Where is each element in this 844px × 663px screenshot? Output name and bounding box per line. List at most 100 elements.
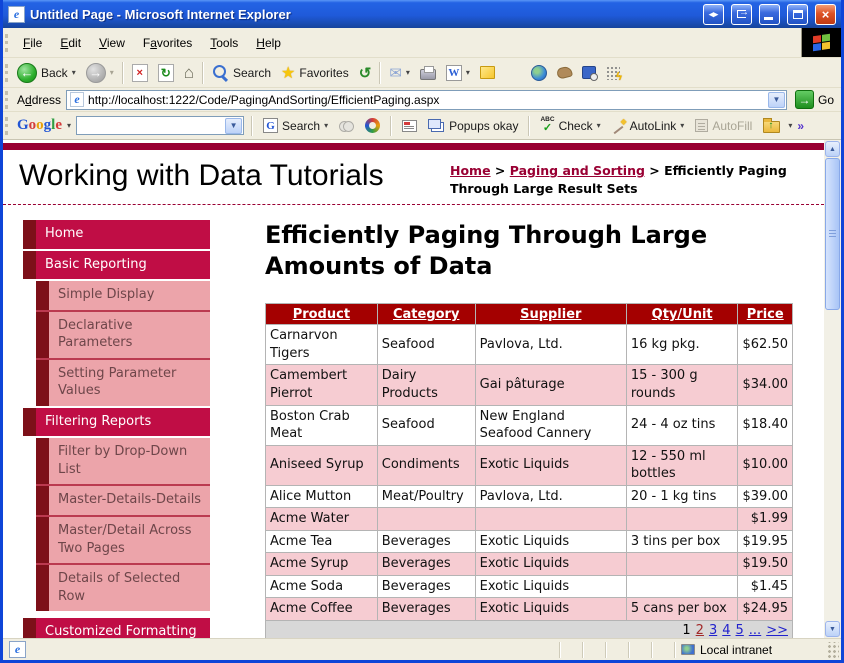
sidebar-item-basic-reporting[interactable]: Basic Reporting [23, 250, 210, 280]
refresh-button[interactable]: ↻ [153, 62, 179, 84]
breadcrumb-paging-and-sorting[interactable]: Paging and Sorting [510, 163, 645, 178]
menu-edit[interactable]: Edit [51, 32, 90, 54]
back-button[interactable]: ← Back ▾ [12, 61, 81, 85]
sidebar-item-setting-parameter-values[interactable]: Setting Parameter Values [36, 357, 210, 406]
menu-bar-items: File Edit View Favorites Tools Help [12, 28, 801, 57]
page-rank-button[interactable] [362, 117, 383, 134]
menu-view[interactable]: View [90, 32, 134, 54]
pager-ellipsis[interactable]: ... [749, 623, 761, 638]
history-icon: ↺ [358, 64, 372, 82]
toolbar-grip[interactable] [5, 90, 8, 109]
sidebar-item-home[interactable]: Home [23, 220, 210, 249]
google-search-input[interactable]: ▼ [76, 116, 245, 135]
google-search-button[interactable]: G Search ▾ [260, 117, 331, 134]
sidebar-item-details-of-selected-row[interactable]: Details of Selected Row [36, 563, 210, 612]
favorites-button[interactable]: ★ Favorites [276, 61, 354, 85]
toolbar-more-chevron[interactable]: » [797, 119, 804, 133]
breadcrumb-home[interactable]: Home [450, 163, 491, 178]
vertical-scrollbar[interactable]: ▲ ▼ [824, 140, 841, 638]
toolbar-grip[interactable] [5, 116, 8, 135]
pager-row: 1 2 3 4 5... >> [265, 620, 793, 638]
page-title: Efficiently Paging Through Large Amounts… [265, 221, 708, 281]
nav-accent [23, 220, 36, 249]
back-dropdown-caret[interactable]: ▾ [72, 68, 76, 77]
go-button[interactable]: → Go [792, 90, 837, 109]
google-search-caret[interactable]: ▾ [324, 121, 328, 130]
menu-tools[interactable]: Tools [201, 32, 247, 54]
resize-grip[interactable] [826, 641, 839, 658]
menu-favorites[interactable]: Favorites [134, 32, 201, 54]
sidebar-item-customized-formatting[interactable]: Customized Formatting [23, 618, 210, 638]
detach-window-button[interactable] [731, 3, 752, 25]
edit-dropdown-caret[interactable]: ▾ [466, 68, 470, 77]
scroll-down-button[interactable]: ▼ [825, 621, 840, 637]
google-search-dropdown[interactable]: ▼ [225, 117, 243, 134]
toolbar-grip[interactable] [5, 63, 8, 82]
print-button[interactable] [415, 64, 441, 82]
popup-blocker-button[interactable]: Popups okay [425, 118, 521, 134]
cell-supplier: Pavlova, Ltd. [474, 324, 627, 366]
stop-button[interactable]: × [127, 62, 153, 84]
sidebar-item-declarative-parameters[interactable]: Declarative Parameters [36, 309, 210, 358]
edit-button[interactable]: W ▾ [441, 63, 475, 83]
mail-dropdown-caret[interactable]: ▾ [406, 68, 410, 77]
cell-qty-unit: 16 kg pkg. [625, 324, 739, 366]
google-logo[interactable]: Google [17, 117, 62, 134]
maximize-button[interactable] [787, 3, 808, 25]
pager-page-3[interactable]: 3 [709, 623, 717, 638]
send-to-button[interactable] [760, 117, 783, 134]
address-dropdown-button[interactable]: ▼ [767, 91, 785, 108]
spellcheck-caret[interactable]: ▾ [597, 121, 601, 130]
autofill-form-icon [695, 119, 709, 132]
site-search-button[interactable] [336, 119, 357, 133]
pan-window-button[interactable]: ◂▸ [703, 3, 724, 25]
news-button[interactable] [399, 119, 420, 133]
pager-page-4[interactable]: 4 [722, 623, 730, 638]
pager-page-5[interactable]: 5 [736, 623, 744, 638]
pager-next[interactable]: >> [766, 623, 788, 638]
forward-button[interactable]: → ▾ [81, 61, 119, 85]
pager-page-2[interactable]: 2 [696, 623, 704, 638]
cell-product: Acme Water [265, 507, 378, 531]
grid-header-row: Product Category Supplier Qty/Unit Price [265, 303, 793, 326]
sidebar-item-filter-by-drop-down-list[interactable]: Filter by Drop-Down List [36, 438, 210, 485]
address-input[interactable]: e http://localhost:1222/Code/PagingAndSo… [66, 89, 787, 110]
google-logo-caret[interactable]: ▾ [67, 121, 71, 130]
menu-help[interactable]: Help [247, 32, 290, 54]
home-button[interactable]: ⌂ [179, 62, 199, 83]
sidebar-item-master-detail-across-two-pages[interactable]: Master/Detail Across Two Pages [36, 515, 210, 564]
send-to-caret[interactable]: ▾ [788, 121, 792, 130]
history-button[interactable]: ↺ [354, 62, 377, 84]
spellcheck-button[interactable]: ABC ✓ Check ▾ [537, 116, 603, 135]
sidebar-item-filtering-reports[interactable]: Filtering Reports [23, 407, 210, 437]
sidebar-item-simple-display[interactable]: Simple Display [36, 281, 210, 310]
messenger-button[interactable] [475, 64, 500, 81]
sort-link-product[interactable]: Product [293, 307, 350, 322]
minimize-button[interactable] [759, 3, 780, 25]
research-button[interactable] [577, 64, 601, 81]
cell-supplier: Exotic Liquids [474, 552, 627, 576]
autolink-button[interactable]: AutoLink ▾ [609, 117, 688, 134]
sort-link-qty-unit[interactable]: Qty/Unit [652, 307, 713, 322]
sort-link-category[interactable]: Category [393, 307, 459, 322]
sidebar-item-master-details-details[interactable]: Master-Details-Details [36, 484, 210, 516]
address-url[interactable]: http://localhost:1222/Code/PagingAndSort… [88, 93, 764, 107]
web-tool-button[interactable] [526, 63, 552, 83]
toolbar-grip[interactable] [5, 33, 8, 52]
title-bar[interactable]: e Untitled Page - Microsoft Internet Exp… [3, 0, 841, 28]
cell-supplier: Gai pâturage [474, 364, 627, 406]
scrollbar-thumb[interactable] [825, 158, 840, 310]
scroll-up-button[interactable]: ▲ [825, 141, 840, 157]
column-header-qty-unit: Qty/Unit [625, 303, 739, 326]
search-button[interactable]: Search [207, 62, 276, 83]
google-toolbar: Google ▾ ▼ G Search ▾ Popups okay ABC ✓ C… [3, 112, 841, 140]
sort-link-price[interactable]: Price [747, 307, 784, 322]
autolink-caret[interactable]: ▾ [680, 121, 684, 130]
mail-button[interactable]: ✉ ▾ [384, 62, 415, 84]
sort-link-supplier[interactable]: Supplier [520, 307, 581, 322]
quick-launch-button[interactable] [601, 64, 625, 83]
fetch-tool-button[interactable] [552, 65, 577, 80]
menu-file[interactable]: File [14, 32, 51, 54]
close-button[interactable]: × [815, 3, 836, 25]
cell-qty-unit: 12 - 550 ml bottles [625, 444, 739, 486]
